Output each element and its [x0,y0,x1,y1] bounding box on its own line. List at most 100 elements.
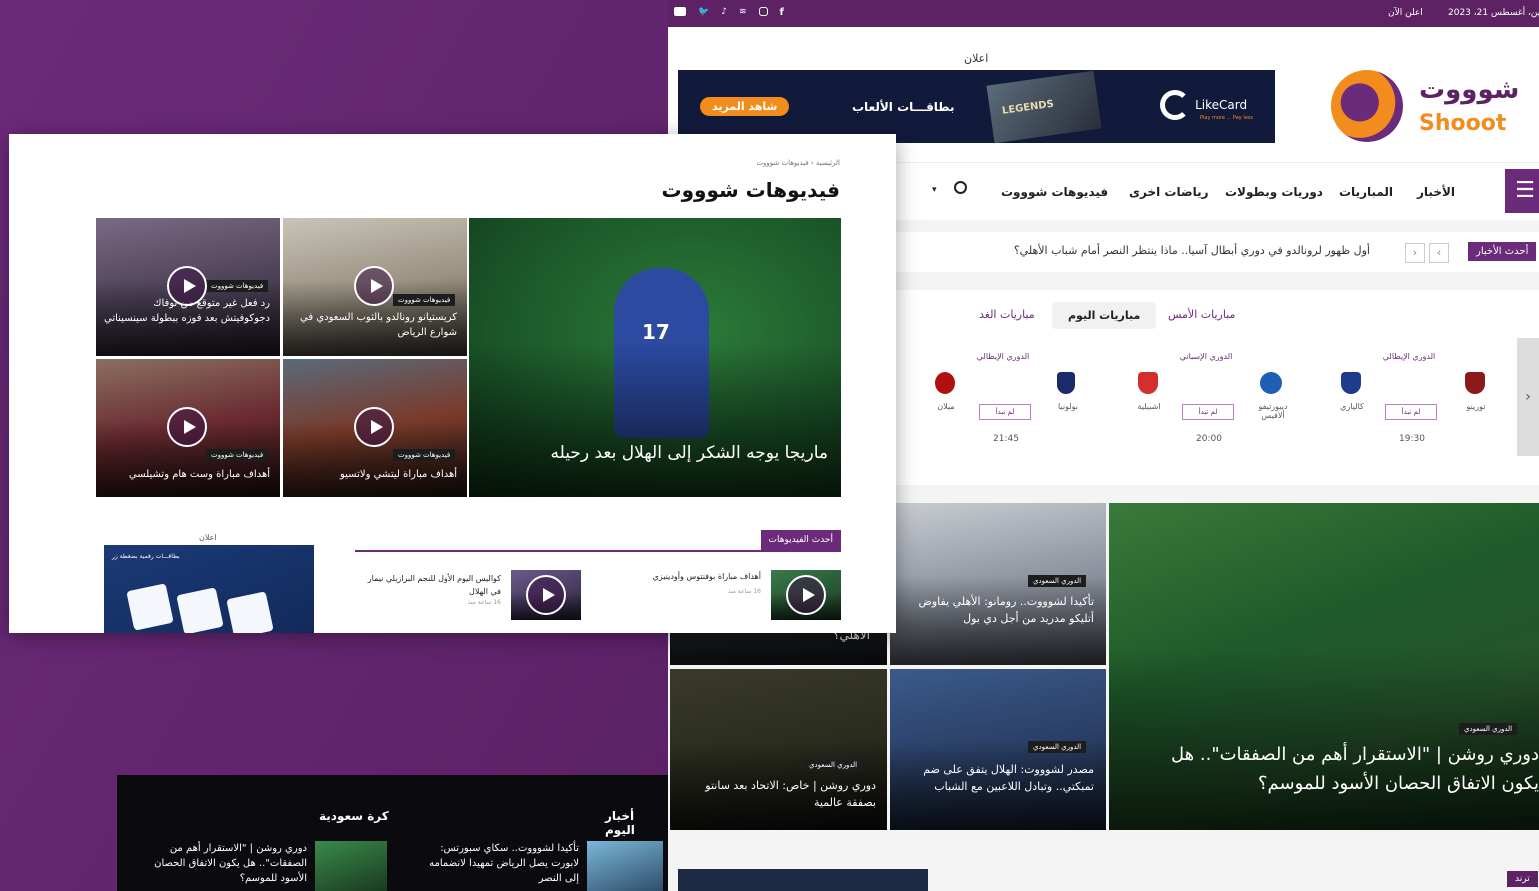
video-tag: فيديوهات شوووت [393,294,456,306]
breadcrumb: الرئيسية ‹ فيديوهات شوووت [609,159,840,167]
breadcrumb-current: فيديوهات شوووت [756,159,809,167]
menu-button[interactable]: ☰ [1505,169,1539,213]
gift-card-image [176,587,224,633]
saudi-news-text[interactable]: دوري روشن | "الاستقرار أهم من الصفقات"..… [147,841,307,886]
league-name: الدوري الإيطالي [976,352,1030,361]
team-badge-icon [1260,372,1282,394]
play-icon[interactable] [786,575,826,615]
today-news-text[interactable]: تأكيدا لشوووت.. سكاي سبورتس: لابورت يصل … [417,841,579,886]
news-main-title: دوري روشن | "الاستقرار أهم من الصفقات"..… [1171,744,1539,794]
main-video-card[interactable]: 17 ماريجا يوجه الشكر إلى الهلال بعد رحيل… [469,218,841,497]
nav-item-matches[interactable]: المباريات [1339,185,1393,199]
away-team: كالياري [1340,402,1364,411]
news-tag: الدوري السعودي [804,759,863,771]
ad-label: اعلان [964,52,989,65]
news-main-card[interactable]: الدوري السعودي دوري روشن | "الاستقرار أه… [1109,503,1539,830]
site-logo[interactable]: شوووت Shooot [1331,67,1519,147]
league-name: الدوري الإسباني [1179,352,1233,361]
instagram-icon[interactable] [758,7,768,16]
breadcrumb-home[interactable]: الرئيسية [816,159,840,167]
advertise-link[interactable]: اعلن الآن [1388,8,1423,18]
match-card[interactable]: الدوري الإيطالي بولونيا ميلان لم تبدأ 21… [905,342,1101,457]
video-tag: فيديوهات شوووت [393,449,456,461]
chevron-down-icon[interactable]: ▾ [932,185,937,195]
rss-icon[interactable]: ≋ [739,7,747,18]
nav-item-videos[interactable]: فيديوهات شوووت [1001,185,1108,199]
tab-tomorrow[interactable]: مباريات الغد [979,308,1035,321]
facebook-icon[interactable]: f [780,7,784,18]
news-card[interactable]: الدوري السعودي دوري روشن | خاص: الاتحاد … [670,669,887,830]
team-badge-icon [1465,372,1485,394]
video-title: أهداف مباراة وست هام وتشيلسي [128,469,270,480]
match-card[interactable]: الدوري الإيطالي تورينو كالياري لم تبدأ 1… [1311,342,1507,457]
matches-next-button[interactable]: › [1517,338,1539,456]
home-team: ديبورتيفو ألافيس [1258,402,1288,420]
page-title: فيديوهات شوووت [661,178,840,202]
top-bar: 🐦 ♪ ≋ f اعلن الآن الاثنين، أغسطس 21، 202… [668,0,1539,27]
latest-videos-header: أحدث الفيديوهات [355,530,841,552]
latest-video-item[interactable]: كواليس اليوم الأول للنجم البرازيلي نيمار… [355,569,583,621]
league-name: الدوري الإيطالي [1382,352,1436,361]
latest-video-item[interactable]: أهداف مباراة بوفنتوس وأودينيزي 16 ساعة م… [629,569,841,621]
home-team: تورينو [1466,402,1486,411]
latest-video-time: 16 ساعة منذ [727,588,761,595]
nav-item-other-sports[interactable]: رياضات اخرى [1129,185,1208,199]
play-icon[interactable] [354,407,394,447]
latest-videos-label: أحدث الفيديوهات [760,530,841,550]
status-badge: لم تبدأ [979,404,1031,420]
play-icon[interactable] [526,575,566,615]
play-icon[interactable] [354,266,394,306]
dark-section: أخبار اليوم كرة سعودية تأكيدا لشوووت.. س… [117,775,668,891]
play-icon[interactable] [167,266,207,306]
today-news-label: أخبار اليوم [605,809,635,837]
status-badge: لم تبدأ [1385,404,1437,420]
nav-item-news[interactable]: الأخبار [1417,185,1455,199]
match-time: 19:30 [1399,434,1425,444]
latest-video-time: 16 ساعة منذ [467,599,501,606]
team-badge-icon [1057,372,1075,394]
tab-yesterday[interactable]: مباريات الأمس [1168,308,1235,321]
news-card[interactable]: الدوري السعودي مصدر لشوووت: الهلال يتفق … [890,669,1106,830]
news-card[interactable]: الدوري السعودي تأكيدا لشوووت.. رومانو: ا… [890,503,1106,665]
ticker-headline[interactable]: أول ظهور لرونالدو في دوري أبطال آسيا.. م… [1014,244,1370,257]
bottom-ad-strip [678,869,928,891]
banner-text: بطاقـــات الألعاب [852,100,955,114]
news-title: تأكيدا لشوووت.. رومانو: الأهلي يفاوض أتل… [918,595,1094,625]
main-video-title: ماريجا يوجه الشكر إلى الهلال بعد رحيله [550,443,828,463]
match-time: 20:00 [1196,434,1222,444]
ad-banner[interactable]: شاهد المزيد بطاقـــات الألعاب LEGENDS Li… [678,70,1275,144]
video-tag: فيديوهات شوووت [206,280,269,292]
search-icon[interactable] [954,181,967,194]
news-title: مصدر لشوووت: الهلال يتفق على ضم تمبكتي..… [923,763,1094,793]
player-figure: 17 [614,268,709,438]
news-main-tag: الدوري السعودي [1459,723,1518,735]
nav-item-leagues[interactable]: دوريات وبطولات [1225,185,1323,199]
tiktok-icon[interactable]: ♪ [721,7,727,18]
youtube-icon[interactable] [674,7,686,16]
game-cards-image: LEGENDS [986,70,1102,144]
ticker-prev-button[interactable]: › [1405,243,1425,263]
video-title: أهداف مباراة ليتشي ولاتسيو [339,469,457,480]
news-title: دوري روشن | خاص: الاتحاد بعد سانتو بصفقة… [705,779,876,809]
news-thumbnail [587,841,663,891]
football-logo-icon [1331,70,1403,142]
likecard-logo: LikeCard Play more ... Pay less [1160,90,1253,121]
latest-video-title: أهداف مباراة بوفنتوس وأودينيزي [652,572,761,581]
ticker-next-button[interactable]: ‹ [1429,243,1449,263]
latest-video-title: كواليس اليوم الأول للنجم البرازيلي نيمار… [367,574,501,596]
gift-card-image [126,583,174,631]
orange-cta-button[interactable]: شاهد المزيد [700,97,790,116]
saudi-football-label: كرة سعودية [319,809,389,823]
match-card[interactable]: الدوري الإسباني ديبورتيفو ألافيس اشبيلية… [1108,342,1304,457]
status-badge: لم تبدأ [1182,404,1234,420]
twitter-icon[interactable]: 🐦 [698,7,709,18]
video-card[interactable]: فيديوهات شوووت أهداف مباراة ليتشي ولاتسي… [283,359,467,497]
video-tag: فيديوهات شوووت [206,449,269,461]
video-card[interactable]: فيديوهات شوووت أهداف مباراة وست هام وتشي… [96,359,280,497]
video-card[interactable]: فيديوهات شوووت رد فعل غير متوقع من نوفاك… [96,218,280,356]
team-badge-icon [1341,372,1361,394]
video-card[interactable]: فيديوهات شوووت كريستيانو رونالدو بالثوب … [283,218,467,356]
play-icon[interactable] [167,407,207,447]
tab-today[interactable]: مباريات اليوم [1052,302,1157,329]
sidebar-ad[interactable]: بطاقـــات رقمية بضغطة زر [104,545,314,633]
